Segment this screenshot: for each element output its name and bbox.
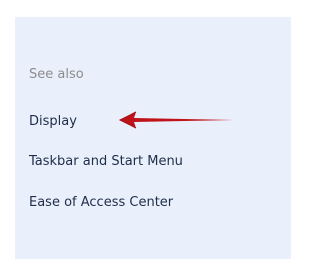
- see-also-panel: See also Display Taskbar and Start Menu …: [15, 17, 291, 259]
- taskbar-and-start-menu-link[interactable]: Taskbar and Start Menu: [29, 154, 183, 169]
- ease-of-access-center-link[interactable]: Ease of Access Center: [29, 195, 173, 210]
- left-arrow-icon: [118, 111, 234, 129]
- display-link[interactable]: Display: [29, 114, 77, 129]
- see-also-heading: See also: [29, 67, 84, 82]
